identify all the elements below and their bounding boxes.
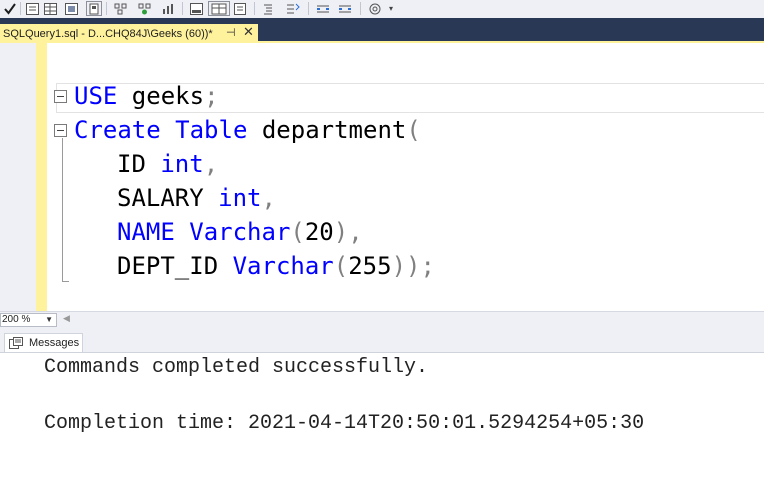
close-icon[interactable]: ✕ [243, 24, 254, 40]
code-line-6: DEPT_ID Varchar(255)); [117, 249, 435, 283]
punctuation: , [203, 150, 219, 178]
fold-guide-line [62, 138, 63, 282]
keyword: Varchar [189, 218, 291, 246]
results-to-grid-icon[interactable] [42, 1, 58, 16]
keyword: int [218, 184, 262, 212]
pin-icon[interactable]: ⊣ [226, 26, 236, 39]
chevron-down-icon: ▼ [45, 315, 53, 324]
collapse-icon[interactable] [54, 90, 67, 103]
tab-messages[interactable]: Messages [4, 333, 83, 352]
completion-time: Completion time: 2021-04-14T20:50:01.529… [44, 412, 645, 435]
decrease-indent-icon[interactable] [260, 1, 276, 16]
client-stats-icon[interactable] [160, 1, 176, 16]
zoom-value: 200 % [2, 314, 31, 325]
identifier: SALARY [117, 184, 219, 212]
editor-gutter [0, 43, 36, 311]
keyword: Varchar [232, 252, 334, 280]
identifier: ID [117, 150, 161, 178]
keyword: USE [74, 82, 118, 110]
results-tab-strip: Messages [0, 329, 764, 353]
query-options-icon[interactable] [136, 1, 152, 16]
code-line-4: SALARY int, [117, 181, 276, 215]
fold-guide-end [62, 281, 69, 282]
number-literal: 255 [348, 252, 392, 280]
keyword: Table [175, 116, 248, 144]
punctuation: ( [333, 252, 349, 280]
overflow-icon[interactable]: ▾ [386, 1, 396, 16]
at-sign-icon[interactable] [366, 1, 384, 16]
number-literal: 20 [304, 218, 334, 246]
query-editor[interactable]: USE geeks; Create Table department( ID i… [0, 43, 764, 311]
increase-indent-icon[interactable] [284, 1, 302, 16]
collapse-icon[interactable] [54, 124, 67, 137]
messages-icon [9, 337, 23, 349]
punctuation: , [261, 184, 276, 212]
code-line-3: ID int, [117, 147, 218, 181]
document-tab-strip: SQLQuery1.sql - D...CHQ84J\Geeks (60))* … [0, 18, 764, 43]
editor-status-bar: 200 % ▼ ◀ [0, 311, 764, 329]
tab-title: SQLQuery1.sql - D...CHQ84J\Geeks (60))* [3, 27, 213, 40]
comment-icon[interactable] [208, 1, 230, 16]
results-to-file-icon[interactable] [62, 1, 80, 16]
outdent-icon[interactable] [336, 1, 354, 16]
toolbar: ▾ [0, 0, 764, 19]
scroll-left-icon[interactable]: ◀ [63, 314, 70, 324]
uncomment-icon[interactable] [232, 1, 248, 16]
identifier: department [247, 116, 407, 144]
keyword: NAME [117, 218, 175, 246]
code-line-1: USE geeks; [74, 79, 219, 113]
code-line-5: NAME Varchar(20), [117, 215, 363, 249]
keyword: Create [74, 116, 161, 144]
identifier: DEPT_ID [117, 252, 233, 280]
punctuation: ( [290, 218, 305, 246]
punctuation: ; [204, 82, 219, 110]
punctuation: ( [406, 116, 421, 144]
include-plan-icon[interactable] [86, 1, 102, 16]
punctuation: )); [391, 252, 435, 280]
code-line-2: Create Table department( [74, 113, 421, 147]
keyword: int [160, 150, 204, 178]
live-stats-icon[interactable] [112, 1, 128, 16]
specify-values-icon[interactable] [314, 1, 332, 16]
sql-cmd-mode-icon[interactable] [188, 1, 204, 16]
change-tracking-bar [36, 43, 47, 311]
tab-messages-label: Messages [29, 337, 80, 349]
zoom-select[interactable]: 200 % ▼ [0, 313, 57, 327]
message-line: Commands completed successfully. [44, 356, 429, 379]
checkmark-icon[interactable] [2, 1, 18, 16]
punctuation: ), [333, 218, 363, 246]
identifier: geeks [117, 82, 205, 110]
results-to-text-icon[interactable] [24, 1, 40, 16]
